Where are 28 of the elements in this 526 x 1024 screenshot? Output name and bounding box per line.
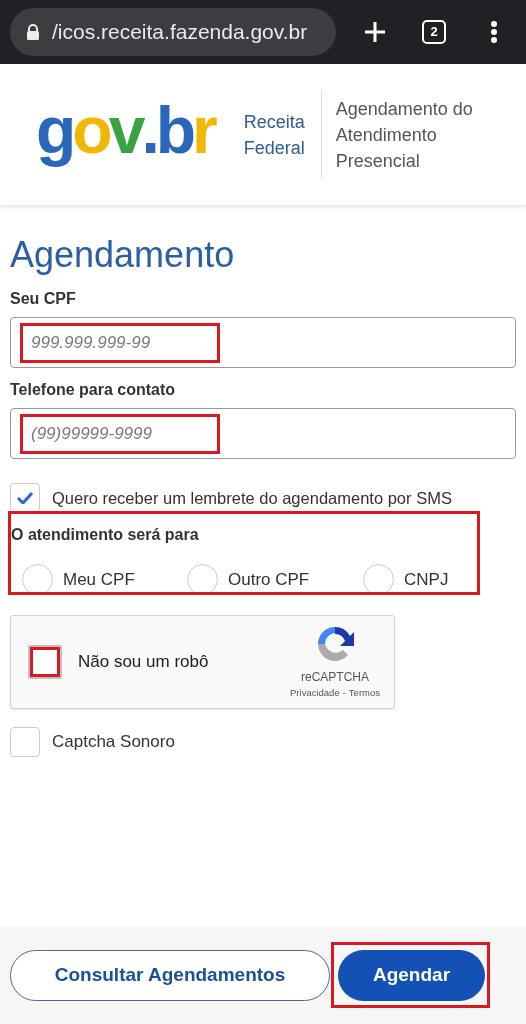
radio-group-label: O atendimento será para — [10, 525, 199, 545]
address-bar[interactable]: /icos.receita.fazenda.gov.br — [10, 8, 336, 56]
view-appointments-button[interactable]: Consultar Agendamentos — [10, 949, 330, 1001]
link-separator: - — [342, 685, 346, 700]
check-icon — [17, 492, 33, 504]
radio-label: CNPJ — [404, 568, 449, 591]
radio-label: Meu CPF — [63, 568, 135, 591]
captcha-label: Não sou um robô — [78, 651, 209, 674]
url-text: /icos.receita.fazenda.gov.br — [52, 19, 308, 46]
service-name: Agendamento do Atendimento Presencial — [335, 97, 473, 173]
agency-name: Receita Federal — [243, 110, 305, 160]
radio-label: Outro CPF — [228, 568, 310, 591]
tab-count[interactable]: 2 — [422, 20, 446, 44]
more-icon[interactable] — [490, 20, 498, 44]
plus-icon[interactable] — [364, 21, 386, 43]
schedule-button[interactable]: Agendar — [338, 949, 485, 1001]
field-label: Telefone para contato — [10, 380, 176, 400]
checkbox[interactable] — [10, 727, 40, 757]
field-label: Seu CPF — [10, 289, 76, 309]
input-field[interactable]: (99)99999-9999 — [10, 408, 516, 459]
lock-icon — [26, 24, 40, 40]
checkbox-label: Captcha Sonoro — [52, 731, 175, 754]
privacy-link[interactable]: Privacidade — [290, 685, 340, 701]
terms-link[interactable]: Termos — [348, 685, 380, 701]
input-field[interactable]: 999.999.999-99 — [10, 317, 516, 368]
recaptcha-brand: reCAPTCHA — [301, 668, 369, 686]
checkbox-label: Quero receber um lembrete do agendamento por SMS — [52, 487, 452, 509]
page-title: Agendamento — [10, 233, 235, 277]
